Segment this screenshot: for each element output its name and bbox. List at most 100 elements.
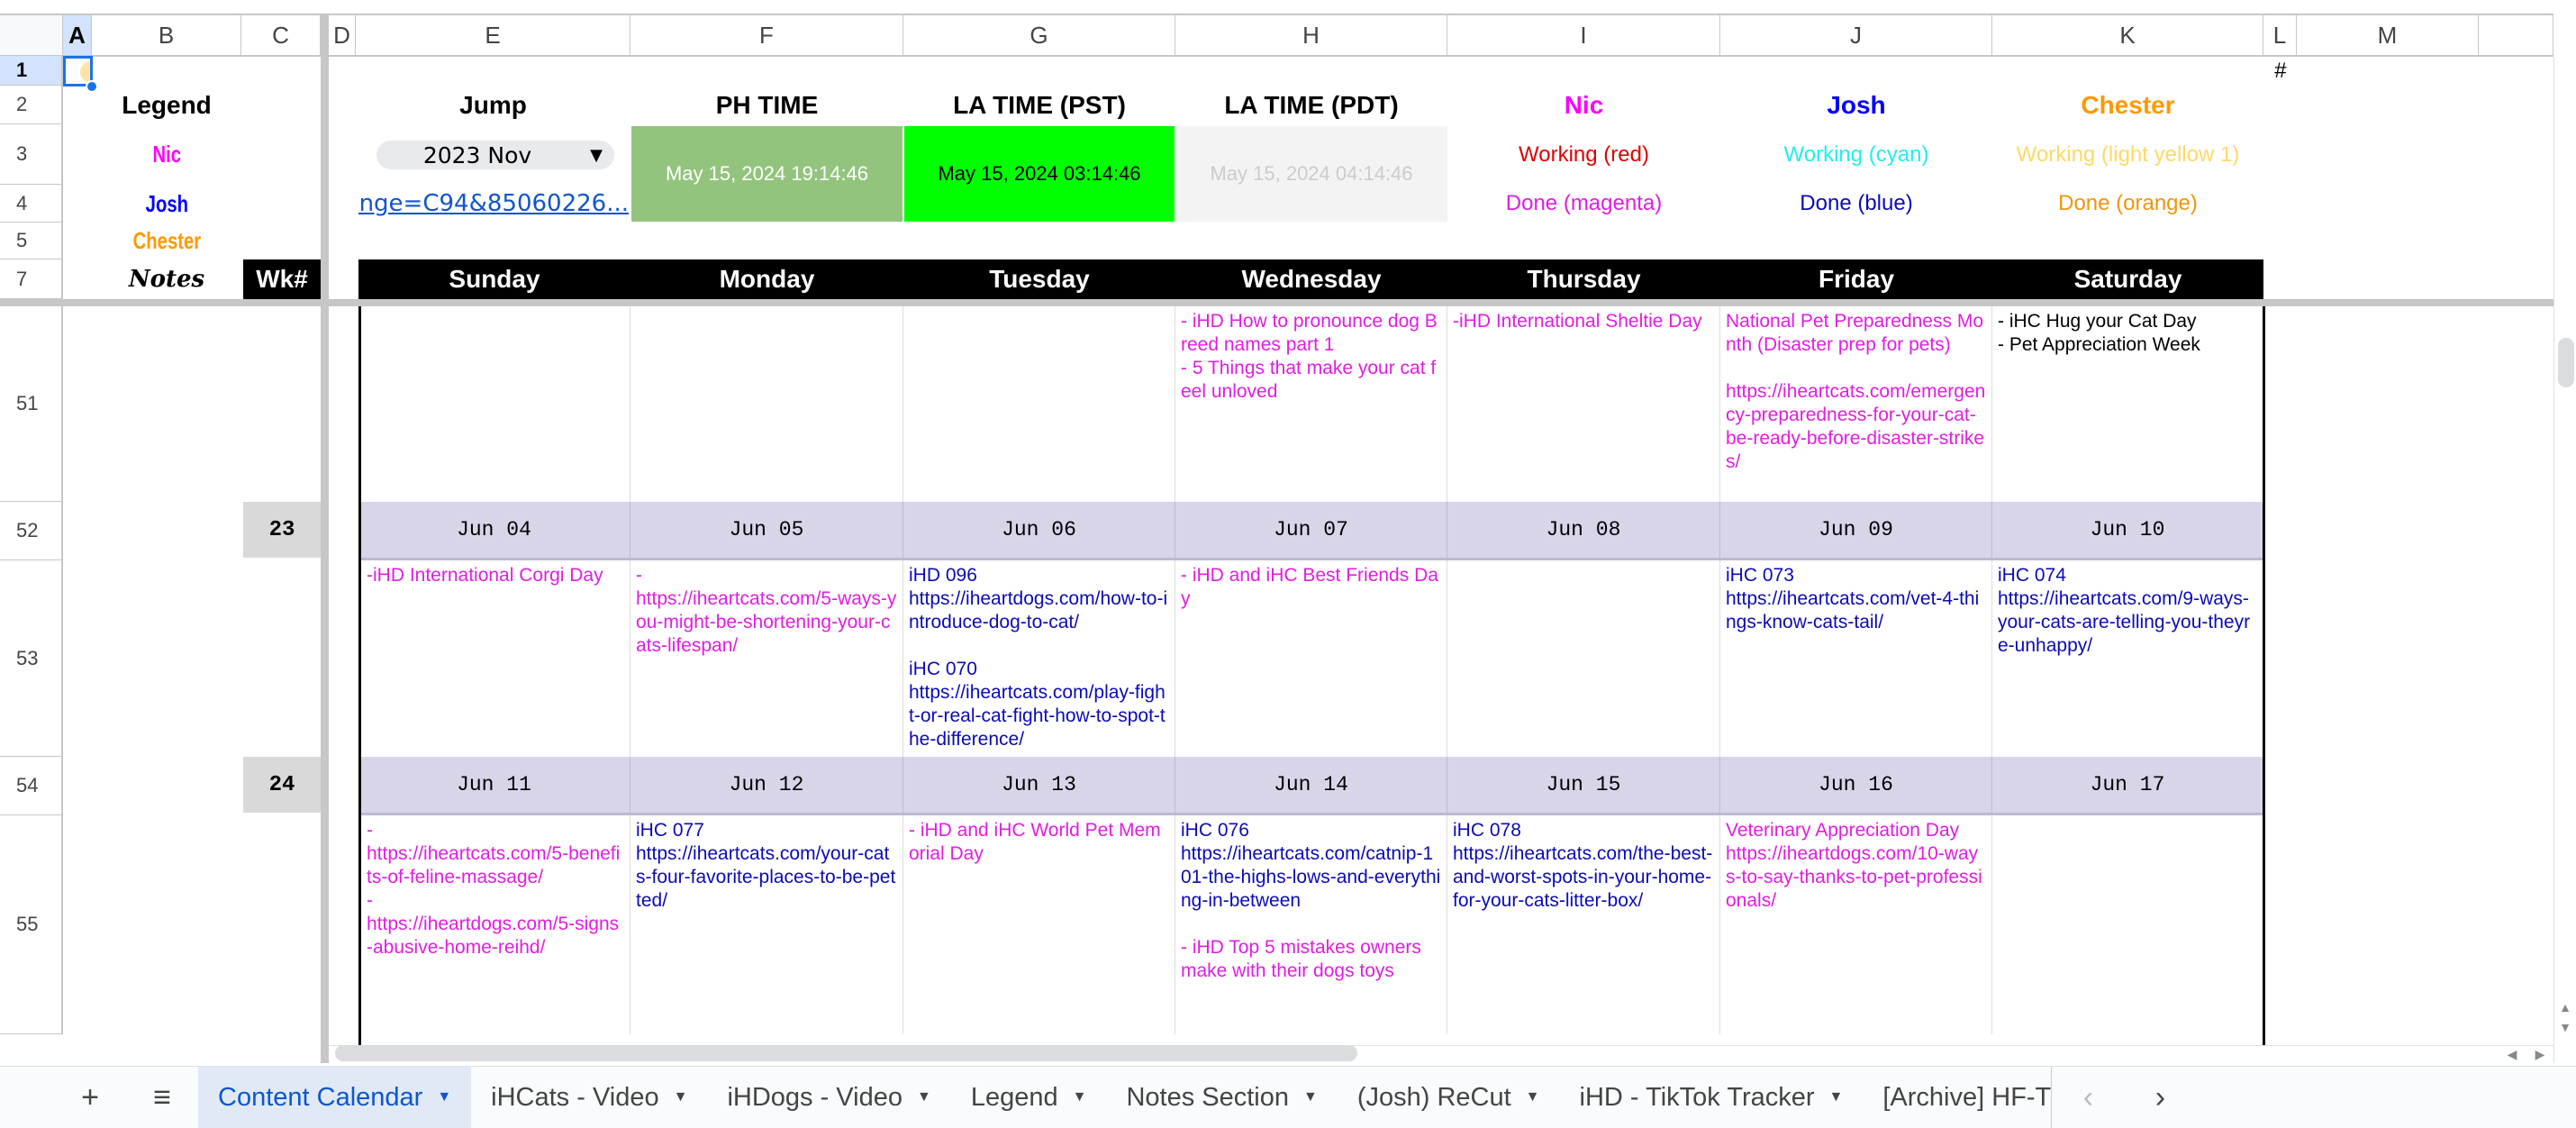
day-content-cell[interactable]: - iHD and iHC World Pet Memorial Day <box>903 815 1175 1034</box>
legend-chester: Chester <box>132 227 201 254</box>
row-header-52[interactable]: 52 <box>0 502 63 560</box>
column-header-extra[interactable] <box>2479 14 2553 57</box>
row-header-1[interactable]: 1 <box>0 56 63 86</box>
column-header-e[interactable]: E <box>356 14 630 57</box>
status-chester-done: Done (orange) <box>2058 191 2198 215</box>
sheet-tab[interactable]: iHCats - Video ▼ <box>471 1067 707 1128</box>
add-sheet-button[interactable]: + <box>54 1067 126 1128</box>
sheet-tab[interactable]: [Archive] HF-T <box>1863 1066 2053 1128</box>
ph-time-value[interactable]: May 15, 2024 19:14:46 <box>631 126 903 222</box>
date-cell[interactable]: Jun 07 <box>1175 502 1447 560</box>
date-cell[interactable]: Jun 04 <box>358 502 630 560</box>
day-content-cell[interactable]: iHC 073 https://iheartcats.com/vet-4-thi… <box>1720 560 1992 757</box>
select-all-corner[interactable] <box>0 14 63 57</box>
day-content-cell[interactable]: - https://iheartcats.com/5-ways-you-migh… <box>630 560 903 757</box>
caret-down-icon[interactable]: ▼ <box>1829 1089 1844 1105</box>
date-cell[interactable]: Jun 06 <box>903 502 1175 560</box>
caret-down-icon[interactable]: ▼ <box>917 1089 931 1105</box>
caret-down-icon[interactable]: ▼ <box>437 1089 451 1105</box>
sheet-tab[interactable]: iHDogs - Video ▼ <box>707 1067 950 1128</box>
day-content-cell[interactable]: iHC 076 https://iheartcats.com/catnip-10… <box>1175 815 1447 1034</box>
pst-time-value[interactable]: May 15, 2024 03:14:46 <box>904 126 1175 222</box>
date-cell[interactable]: Jun 16 <box>1720 757 1992 815</box>
row-header-5[interactable]: 5 <box>0 223 63 259</box>
column-header-a[interactable]: A <box>63 14 92 57</box>
row-header-4[interactable]: 4 <box>0 185 63 223</box>
column-header-h[interactable]: H <box>1175 14 1447 57</box>
day-content-cell[interactable]: -iHD International Corgi Day <box>361 560 630 757</box>
column-header-f[interactable]: F <box>630 14 903 57</box>
column-header-d[interactable]: D <box>329 14 356 57</box>
caret-down-icon[interactable]: ▼ <box>1073 1089 1087 1105</box>
row-header-2[interactable]: 2 <box>0 86 63 124</box>
column-header-j[interactable]: J <box>1720 14 1992 57</box>
column-header-l[interactable]: L <box>2263 14 2297 57</box>
column-header-b[interactable]: B <box>92 14 241 57</box>
caret-down-icon[interactable]: ▼ <box>674 1089 688 1105</box>
date-cell[interactable]: Jun 11 <box>358 757 630 815</box>
jump-month-dropdown[interactable]: 2023 Nov ▼ <box>376 141 614 169</box>
scroll-up-icon[interactable]: ▲ <box>2555 998 2575 1016</box>
row-header-3[interactable]: 3 <box>0 124 63 185</box>
day-content-cell[interactable] <box>1447 560 1720 757</box>
caret-down-icon[interactable]: ▼ <box>1526 1089 1540 1105</box>
sheet-tab[interactable]: Legend ▼ <box>951 1067 1107 1128</box>
row-header-7[interactable]: 7 <box>0 259 63 299</box>
day-content-cell[interactable]: - iHD and iHC Best Friends Day <box>1175 560 1447 757</box>
day-content-cell[interactable] <box>903 306 1175 502</box>
frozen-row-divider[interactable] <box>0 299 2553 306</box>
week-number-cell[interactable]: 24 <box>243 757 321 813</box>
day-content-cell[interactable]: Veterinary Appreciation Day https://ihea… <box>1720 815 1992 1034</box>
sheet-tab[interactable]: Notes Section ▼ <box>1106 1067 1337 1128</box>
date-cell[interactable]: Jun 15 <box>1447 757 1720 815</box>
date-cell[interactable]: Jun 09 <box>1720 502 1992 560</box>
week-number-cell[interactable]: 23 <box>243 502 321 558</box>
column-header-g[interactable]: G <box>903 14 1175 57</box>
day-content-cell[interactable] <box>361 306 630 502</box>
row-header-53[interactable]: 53 <box>0 560 63 757</box>
row-header-55[interactable]: 55 <box>0 815 63 1034</box>
tabs-next-button[interactable]: › <box>2124 1067 2196 1128</box>
day-content-cell[interactable]: -iHD International Sheltie Day <box>1447 306 1720 502</box>
day-content-cell[interactable]: iHD 096 https://iheartdogs.com/how-to-in… <box>903 560 1175 757</box>
cell-l1[interactable]: # <box>2263 56 2297 86</box>
sheet-tab[interactable]: iHD - TikTok Tracker ▼ <box>1560 1067 1864 1128</box>
scroll-down-icon[interactable]: ▼ <box>2555 1018 2575 1036</box>
column-header-c[interactable]: C <box>241 14 321 57</box>
vertical-scrollbar-thumb[interactable] <box>2558 338 2574 387</box>
date-cell[interactable]: Jun 10 <box>1992 502 2263 560</box>
vertical-scrollbar[interactable] <box>2553 57 2576 1063</box>
sheet-tab[interactable]: Content Calendar ▼ <box>198 1066 472 1128</box>
day-content-cell[interactable]: - https://iheartcats.com/5-benefits-of-f… <box>361 815 630 1034</box>
date-cell[interactable]: Jun 14 <box>1175 757 1447 815</box>
column-header-k[interactable]: K <box>1992 14 2263 57</box>
jump-link[interactable]: ...85060226&range=C94 <box>358 186 629 222</box>
day-content-cell[interactable]: iHC 078 https://iheartcats.com/the-best-… <box>1447 815 1720 1034</box>
tabs-prev-button[interactable]: ‹ <box>2052 1067 2124 1128</box>
scroll-left-icon[interactable]: ◀ <box>2499 1045 2525 1063</box>
all-sheets-button[interactable]: ≡ <box>126 1067 198 1128</box>
legend-notes: Notes <box>128 266 205 293</box>
sheet-tab[interactable]: (Josh) ReCut ▼ <box>1338 1067 1560 1128</box>
date-cell[interactable]: Jun 08 <box>1447 502 1720 560</box>
row-header-54[interactable]: 54 <box>0 757 63 815</box>
caret-down-icon[interactable]: ▼ <box>1303 1089 1318 1105</box>
date-cell[interactable]: Jun 05 <box>630 502 903 560</box>
date-cell[interactable]: Jun 17 <box>1992 757 2263 815</box>
day-content-cell[interactable]: - iHC Hug your Cat Day - Pet Appreciatio… <box>1992 306 2263 502</box>
column-header-m[interactable]: M <box>2297 14 2479 57</box>
scroll-right-icon[interactable]: ▶ <box>2527 1045 2553 1063</box>
column-header-i[interactable]: I <box>1447 14 1720 57</box>
day-content-cell[interactable]: iHC 074 https://iheartcats.com/9-ways-yo… <box>1992 560 2263 757</box>
day-content-cell[interactable]: - iHD How to pronounce dog Breed names p… <box>1175 306 1447 502</box>
day-content-cell[interactable] <box>1992 815 2263 1034</box>
horizontal-scrollbar-thumb[interactable] <box>335 1045 1357 1061</box>
date-cell[interactable]: Jun 13 <box>903 757 1175 815</box>
day-content-cell[interactable]: National Pet Preparedness Month (Disaste… <box>1720 306 1992 502</box>
pdt-time-value[interactable]: May 15, 2024 04:14:46 <box>1175 126 1447 222</box>
row-header-51[interactable]: 51 <box>0 306 63 502</box>
date-cell[interactable]: Jun 12 <box>630 757 903 815</box>
day-content-cell[interactable] <box>630 306 903 502</box>
frozen-column-divider[interactable] <box>321 14 329 1063</box>
day-content-cell[interactable]: iHC 077 https://iheartcats.com/your-cats… <box>630 815 903 1034</box>
